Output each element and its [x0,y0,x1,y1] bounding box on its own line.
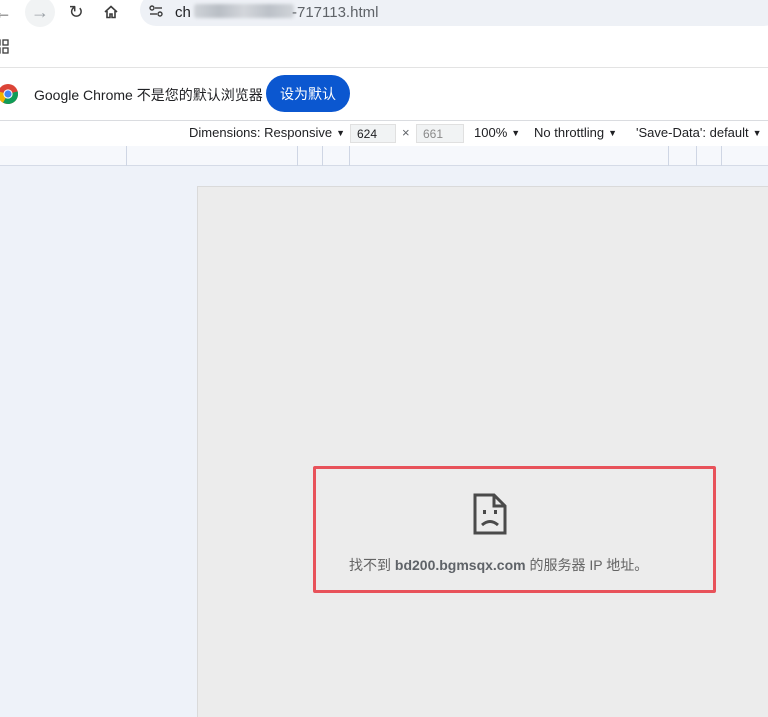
ruler-tick [721,146,722,166]
url-redacted-segment [194,4,294,18]
chevron-down-icon: ▼ [752,128,762,138]
ruler-tick [322,146,323,166]
url-text-suffix: -717113.html [292,4,379,21]
home-icon[interactable] [96,0,126,24]
width-input[interactable]: 624 [350,124,396,143]
throttling-label: No throttling [534,125,605,140]
throttling-dropdown[interactable]: No throttling ▼ [534,125,617,140]
dimensions-dropdown[interactable]: Dimensions: Responsive ▼ [189,125,345,140]
ruler-tick [297,146,298,166]
chevron-down-icon: ▼ [336,128,345,138]
site-info-icon[interactable] [148,3,164,19]
times-sign: × [402,125,410,140]
browser-toolbar: ← → ↻ ch -717113.html [0,0,768,30]
zoom-label: 100% [474,125,508,140]
media-query-ruler [0,146,768,166]
bookmarks-bar [0,30,768,68]
set-default-button[interactable]: 设为默认 [266,75,350,112]
reload-icon[interactable]: ↻ [61,0,91,24]
ruler-tick [126,146,127,166]
address-bar[interactable]: ch -717113.html [140,0,768,26]
dimensions-label: Dimensions: Responsive [189,125,333,140]
chevron-down-icon: ▼ [511,128,521,138]
url-text-prefix: ch [175,4,191,21]
height-input[interactable]: 661 [416,124,464,143]
default-browser-infobar: Google Chrome 不是您的默认浏览器 设为默认 [0,68,768,121]
emulated-viewport [197,186,768,717]
zoom-dropdown[interactable]: 100% ▼ [474,125,520,140]
ruler-tick [696,146,697,166]
apps-grid-icon[interactable] [0,39,10,60]
ruler-tick [349,146,350,166]
error-host: bd200.bgmsqx.com [394,557,526,573]
ruler-tick [668,146,669,166]
device-toolbar: Dimensions: Responsive ▼ 624 × 661 100% ▼ … [0,121,768,146]
chevron-down-icon: ▼ [608,128,618,138]
error-message: 找不到 bd200.bgmsqx.com 的服务器 IP 地址。 [349,555,648,575]
chrome-logo-icon [0,83,19,110]
error-prefix: 找不到 [349,557,391,573]
save-data-dropdown[interactable]: 'Save-Data': default ▼ [636,125,762,140]
sad-page-icon [472,492,508,541]
back-icon[interactable]: ← [0,0,18,24]
infobar-message: Google Chrome 不是您的默认浏览器 [34,87,263,103]
error-suffix: 的服务器 IP 地址。 [529,557,649,573]
forward-icon[interactable]: → [25,0,55,27]
device-stage [0,166,768,717]
save-data-label: 'Save-Data': default [636,125,749,140]
